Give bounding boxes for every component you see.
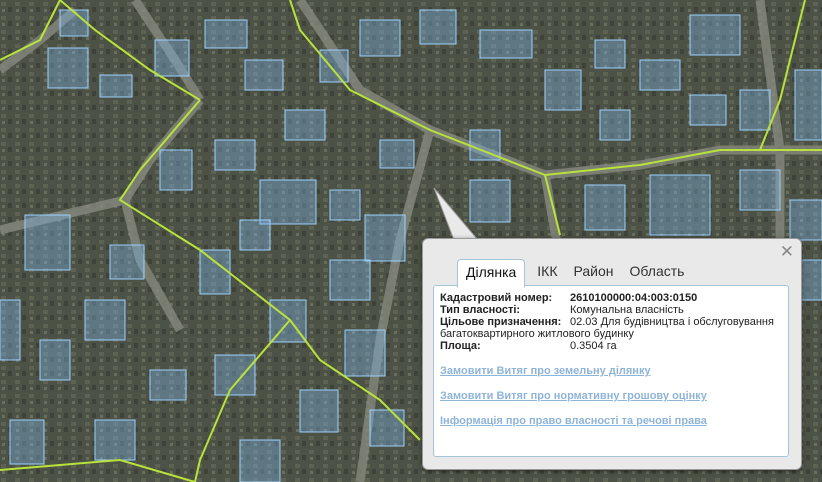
tab-ikk[interactable]: ІКК <box>529 259 565 285</box>
popup-tabs: Ділянка ІКК Район Область <box>457 259 693 288</box>
area-row: Площа: 0.3504 га <box>440 340 788 352</box>
order-land-extract-link[interactable]: Замовити Витяг про земельну ділянку <box>440 365 707 377</box>
ownership-rights-info-link[interactable]: Інформація про право власності та речові… <box>440 415 707 427</box>
area-value: 0.3504 га <box>570 340 617 352</box>
cadastral-value: 2610100000:04:003:0150 <box>570 292 698 304</box>
ownership-label: Тип власності: <box>440 304 521 316</box>
tab-content-panel: Кадастровий номер: 2610100000:04:003:015… <box>433 285 789 457</box>
purpose-value-continued: багатоквартирного житлового будинку <box>440 328 634 340</box>
cadastral-row: Кадастровий номер: 2610100000:04:003:015… <box>440 292 788 304</box>
purpose-value: 02.03 Для будівництва і обслуговування <box>570 316 774 328</box>
tab-parcel[interactable]: Ділянка <box>457 259 526 288</box>
ownership-row: Тип власності: Комунальна власність <box>440 304 788 316</box>
action-links: Замовити Витяг про земельну ділянку Замо… <box>440 365 707 440</box>
purpose-label: Цільове призначення: <box>440 316 562 328</box>
purpose-row: Цільове призначення: 02.03 Для будівницт… <box>440 316 788 328</box>
popup-pointer <box>433 187 480 241</box>
cadastral-label: Кадастровий номер: <box>440 292 553 304</box>
tab-region[interactable]: Область <box>622 259 693 285</box>
parcel-info-popup: ✕ Ділянка ІКК Район Область Кадастровий … <box>422 238 802 470</box>
tab-district[interactable]: Район <box>566 259 622 285</box>
close-icon[interactable]: ✕ <box>780 243 794 261</box>
parcel-details: Кадастровий номер: 2610100000:04:003:015… <box>440 292 788 352</box>
ownership-value: Комунальна власність <box>570 304 684 316</box>
area-label: Площа: <box>440 340 481 352</box>
order-valuation-extract-link[interactable]: Замовити Витяг про нормативну грошову оц… <box>440 390 707 402</box>
